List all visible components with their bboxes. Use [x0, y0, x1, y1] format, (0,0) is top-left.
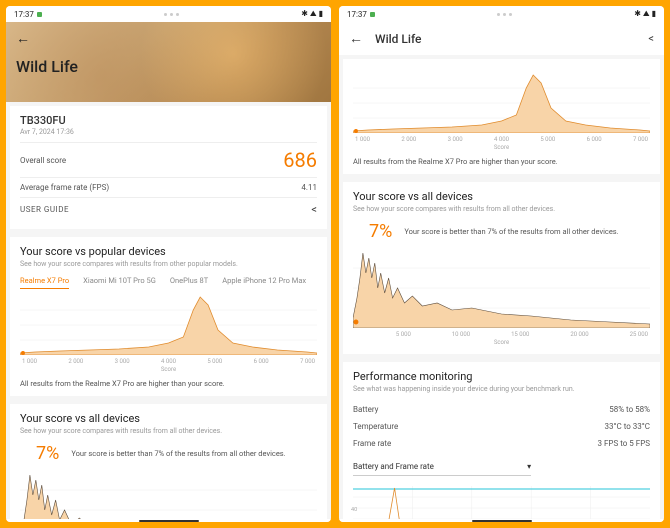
perf-row-temp: Temperature33°C to 33°C — [353, 418, 650, 435]
tab-oneplus[interactable]: OnePlus 8T — [170, 276, 208, 289]
nav-bar[interactable] — [339, 519, 664, 522]
popular-chart-2: 1 0002 0003 0004 0005 0006 0007 000 — [353, 73, 650, 143]
percentile-text: Your score is better than 7% of the resu… — [71, 449, 317, 458]
alldev-title: Your score vs all devices — [353, 190, 650, 203]
screen-left: 17:37 ✱ ⛰ ▮ ← Wild Life TB330FU Avr 7, 2… — [6, 6, 331, 522]
device-tabs[interactable]: Realme X7 Pro Xiaomi Mi 10T Pro 5G OnePl… — [20, 276, 317, 289]
popular-title: Your score vs popular devices — [20, 245, 317, 258]
popular-note: All results from the Realme X7 Pro are h… — [20, 379, 317, 388]
share-icon[interactable]: < — [648, 32, 654, 45]
back-icon[interactable]: ← — [349, 30, 363, 47]
nav-bar[interactable] — [6, 519, 331, 522]
alldev-sub: See how your score compares with results… — [353, 205, 650, 213]
hero-banner: ← Wild Life — [6, 22, 331, 102]
user-guide-link[interactable]: USER GUIDE — [20, 205, 69, 214]
fps-label: Average frame rate (FPS) — [20, 183, 109, 192]
overall-score-value: 686 — [283, 148, 317, 172]
x-axis-label: Score — [20, 366, 317, 373]
status-time: 17:37 — [14, 10, 34, 19]
page-title: Wild Life — [375, 32, 636, 46]
perfmon-sub: See what was happening inside your devic… — [353, 385, 650, 393]
score-card: TB330FU Avr 7, 2024 17:36 Overall score … — [10, 106, 327, 229]
run-date: Avr 7, 2024 17:36 — [20, 128, 317, 136]
alldev-sub: See how your score compares with results… — [20, 427, 317, 435]
metric-select[interactable]: Battery and Frame rate ▾ — [353, 458, 531, 476]
alldev-chart: 5 00010 00015 00020 00025 000 — [20, 470, 317, 519]
popular-chart: 1 0002 0003 0004 0005 0006 0007 000 — [20, 295, 317, 365]
tab-xiaomi[interactable]: Xiaomi Mi 10T Pro 5G — [83, 276, 156, 289]
perfmon-title: Performance monitoring — [353, 370, 650, 383]
overall-score-label: Overall score — [20, 156, 66, 165]
percentile-value: 7% — [353, 221, 392, 242]
perfmon-chart: 60 40 1020304050 — [353, 486, 650, 519]
alldev-chart-2: 5 00010 00015 00020 00025 000 — [353, 248, 650, 338]
status-time: 17:37 — [347, 10, 367, 19]
popular-sub: See how your score compares with results… — [20, 260, 317, 268]
popular-card-cont: 1 0002 0003 0004 0005 0006 0007 000 Scor… — [343, 59, 660, 174]
popular-note: All results from the Realme X7 Pro are h… — [353, 157, 650, 166]
page-title: Wild Life — [16, 57, 321, 76]
status-right-icons: ✱ ⛰ ▮ — [634, 9, 656, 19]
percentile-text: Your score is better than 7% of the resu… — [404, 227, 650, 236]
fps-value: 4.11 — [301, 183, 317, 192]
status-bar: 17:37 ✱ ⛰ ▮ — [6, 6, 331, 22]
back-icon[interactable]: ← — [16, 30, 321, 47]
share-icon[interactable]: < — [311, 203, 317, 216]
perfmon-card: Performance monitoring See what was happ… — [343, 362, 660, 519]
screen-right: 17:37 ✱ ⛰ ▮ ← Wild Life < 1 0002 0003 00… — [339, 6, 664, 522]
alldev-card: Your score vs all devices See how your s… — [10, 404, 327, 519]
perf-row-fps: Frame rate3 FPS to 5 FPS — [353, 435, 650, 452]
status-right-icons: ✱ ⛰ ▮ — [301, 9, 323, 19]
popular-card: Your score vs popular devices See how yo… — [10, 237, 327, 396]
perf-row-battery: Battery58% to 58% — [353, 401, 650, 418]
title-bar: ← Wild Life < — [339, 22, 664, 55]
alldev-card-2: Your score vs all devices See how your s… — [343, 182, 660, 354]
tab-iphone[interactable]: Apple iPhone 12 Pro Max — [222, 276, 306, 289]
alldev-title: Your score vs all devices — [20, 412, 317, 425]
percentile-value: 7% — [20, 443, 59, 464]
device-name: TB330FU — [20, 114, 317, 127]
tab-realme[interactable]: Realme X7 Pro — [20, 276, 69, 289]
status-bar: 17:37 ✱ ⛰ ▮ — [339, 6, 664, 22]
chevron-down-icon: ▾ — [527, 462, 531, 471]
